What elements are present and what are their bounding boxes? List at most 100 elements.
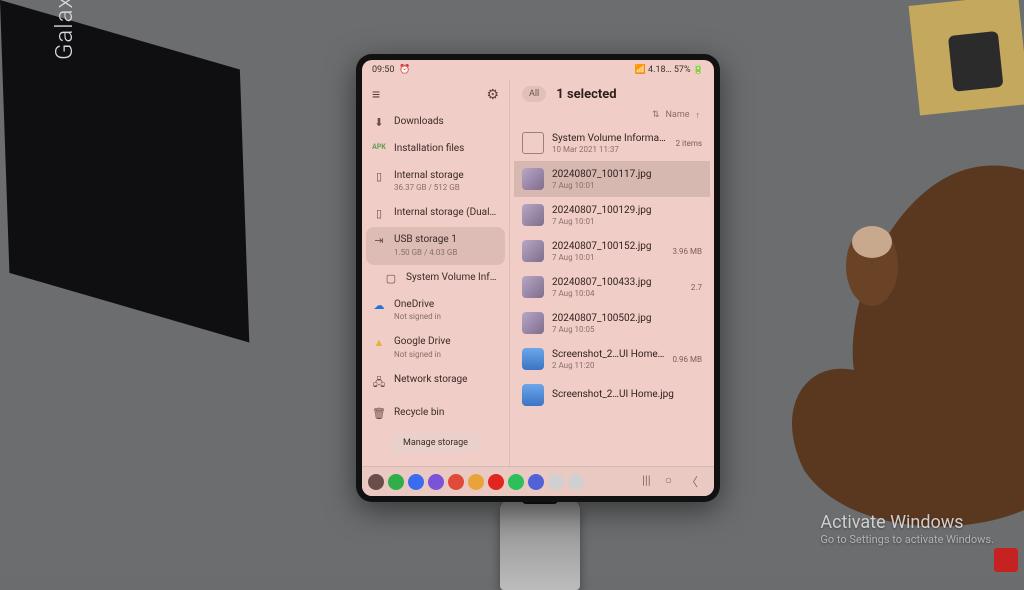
file-row[interactable]: Screenshot_2…UI Home.jpg2 Aug 11:200.96 … bbox=[514, 341, 710, 377]
folder-icon: ▢ bbox=[384, 272, 398, 285]
sidebar-item-sub: 1.50 GB / 4.03 GB bbox=[394, 248, 499, 258]
file-name: System Volume Information bbox=[552, 133, 668, 144]
sidebar-item-sub: Not signed in bbox=[394, 312, 499, 322]
bixby-icon[interactable] bbox=[428, 474, 444, 490]
product-box-label: Galaxy Z Fold6 bbox=[50, 0, 78, 60]
nav-home-button[interactable]: ○ bbox=[665, 473, 672, 490]
taskbar: ||| ○ 〈 bbox=[362, 466, 714, 496]
sidebar-item-internal-storage-dual[interactable]: ▯ Internal storage (Dual… bbox=[362, 200, 509, 227]
file-row[interactable]: 20240807_100502.jpg7 Aug 10:05 bbox=[514, 305, 710, 341]
file-name: 20240807_100117.jpg bbox=[552, 169, 694, 180]
file-thumbnail bbox=[522, 240, 544, 262]
wood-block-prop bbox=[909, 0, 1024, 115]
file-list[interactable]: System Volume Information10 Mar 2021 11:… bbox=[514, 125, 710, 466]
device-screen: 09:50 ⏰ 📶 4.18… 57% 🔋 ≡ ⚙ ⬇ Downloads APK I… bbox=[362, 60, 714, 496]
storage-icon: ▯ bbox=[372, 170, 386, 183]
sidebar-item-label: Internal storage36.37 GB / 512 GB bbox=[394, 170, 499, 194]
file-list-pane: All 1 selected ⇅ Name ↑ System Volume In… bbox=[510, 80, 714, 466]
file-row[interactable]: System Volume Information10 Mar 2021 11:… bbox=[514, 125, 710, 161]
whatsapp-icon[interactable] bbox=[508, 474, 524, 490]
storage-icon: ▯ bbox=[372, 207, 386, 220]
file-thumbnail bbox=[522, 348, 544, 370]
file-thumbnail bbox=[522, 384, 544, 406]
folder-icon bbox=[522, 132, 544, 154]
sidebar-item-label: System Volume Info… bbox=[406, 272, 499, 285]
filter-all-chip[interactable]: All bbox=[522, 86, 546, 102]
watermark-title: Activate Windows bbox=[820, 512, 994, 533]
sidebar-item-recycle-bin[interactable]: 🗑 Recycle bin bbox=[362, 400, 509, 427]
file-name: 20240807_100433.jpg bbox=[552, 277, 683, 288]
menu-icon[interactable]: ≡ bbox=[372, 86, 380, 103]
app2-icon[interactable] bbox=[468, 474, 484, 490]
sidebar-item-label: Downloads bbox=[394, 116, 499, 129]
nav-recents-button[interactable]: ||| bbox=[642, 473, 651, 490]
watermark-sub: Go to Settings to activate Windows. bbox=[820, 533, 994, 546]
discord-icon[interactable] bbox=[528, 474, 544, 490]
file-meta: 7 Aug 10:01 bbox=[552, 253, 664, 262]
selection-title: 1 selected bbox=[556, 87, 702, 102]
file-meta: 7 Aug 10:01 bbox=[552, 181, 694, 190]
sidebar-item-sub: Not signed in bbox=[394, 350, 499, 360]
file-size: 3.96 MB bbox=[672, 247, 702, 256]
messages-icon[interactable] bbox=[408, 474, 424, 490]
file-name: 20240807_100129.jpg bbox=[552, 205, 694, 216]
apk-badge-icon: APK bbox=[372, 143, 386, 151]
sidebar-item-label: Installation files bbox=[394, 143, 499, 156]
file-thumbnail bbox=[522, 168, 544, 190]
download-icon: ⬇ bbox=[372, 116, 386, 129]
file-thumbnail bbox=[522, 312, 544, 334]
file-row[interactable]: 20240807_100117.jpg7 Aug 10:01 bbox=[514, 161, 710, 197]
status-right-cluster: 📶 4.18… 57% 🔋 bbox=[635, 65, 704, 75]
status-bar: 09:50 ⏰ 📶 4.18… 57% 🔋 bbox=[362, 60, 714, 80]
manage-storage-button[interactable]: Manage storage bbox=[389, 433, 482, 453]
file-thumbnail bbox=[522, 204, 544, 226]
usb-icon: ⇥ bbox=[372, 234, 386, 247]
corner-badge bbox=[994, 548, 1018, 572]
foldable-device: 09:50 ⏰ 📶 4.18… 57% 🔋 ≡ ⚙ ⬇ Downloads APK I… bbox=[356, 54, 720, 502]
file-thumbnail bbox=[522, 276, 544, 298]
camera-icon[interactable] bbox=[548, 474, 564, 490]
app1-icon[interactable] bbox=[448, 474, 464, 490]
settings-icon[interactable]: ⚙ bbox=[486, 87, 499, 103]
sidebar-item-onedrive[interactable]: ☁ OneDriveNot signed in bbox=[362, 292, 509, 330]
sort-direction-icon[interactable]: ↑ bbox=[696, 110, 701, 121]
sort-label[interactable]: Name bbox=[666, 110, 690, 121]
sidebar-item-internal-storage[interactable]: ▯ Internal storage36.37 GB / 512 GB bbox=[362, 163, 509, 201]
sidebar-item-label: OneDriveNot signed in bbox=[394, 299, 499, 323]
cloud-icon: ☁ bbox=[372, 299, 386, 312]
file-meta: 7 Aug 10:04 bbox=[552, 289, 683, 298]
sidebar-item-network-storage[interactable]: 🖧Network storage bbox=[362, 367, 509, 400]
file-row[interactable]: 20240807_100152.jpg7 Aug 10:01 3.96 MB bbox=[514, 233, 710, 269]
sidebar: ≡ ⚙ ⬇ Downloads APK Installation files ▯ Inte… bbox=[362, 80, 510, 466]
file-name: 20240807_100502.jpg bbox=[552, 313, 694, 324]
sidebar-item-installation-files[interactable]: APK Installation files bbox=[362, 136, 509, 163]
file-size: 0.96 MB bbox=[672, 355, 702, 364]
sidebar-item-usb-storage-1[interactable]: ⇥ USB storage 11.50 GB / 4.03 GB bbox=[366, 227, 505, 265]
file-row[interactable]: 20240807_100433.jpg7 Aug 10:042.7 bbox=[514, 269, 710, 305]
file-name: 20240807_100152.jpg bbox=[552, 241, 664, 252]
file-size: 2 items bbox=[676, 139, 702, 148]
trash-icon: 🗑 bbox=[372, 407, 386, 420]
drive-icon: ▲ bbox=[372, 336, 386, 349]
nav-back-button[interactable]: 〈 bbox=[686, 473, 698, 490]
file-row[interactable]: Screenshot_2…UI Home.jpg bbox=[514, 377, 710, 413]
youtube-icon[interactable] bbox=[488, 474, 504, 490]
phone-icon[interactable] bbox=[388, 474, 404, 490]
file-name: Screenshot_2…UI Home.jpg bbox=[552, 389, 694, 400]
sidebar-item-system-volume-info[interactable]: ▢ System Volume Info… bbox=[362, 265, 509, 292]
status-alarm-icon: ⏰ bbox=[399, 65, 410, 75]
sort-picker-icon[interactable]: ⇅ bbox=[652, 110, 660, 121]
sidebar-item-label: Network storage bbox=[394, 374, 499, 387]
status-time: 09:50 bbox=[372, 65, 394, 75]
sidebar-item-label: Recycle bin bbox=[394, 407, 499, 420]
sidebar-item-label: Google DriveNot signed in bbox=[394, 336, 499, 360]
file-meta: 10 Mar 2021 11:37 bbox=[552, 145, 668, 154]
file-meta: 7 Aug 10:05 bbox=[552, 325, 694, 334]
sidebar-item-downloads[interactable]: ⬇ Downloads bbox=[362, 109, 509, 136]
sidebar-item-label: USB storage 11.50 GB / 4.03 GB bbox=[394, 234, 499, 258]
settings-icon[interactable] bbox=[568, 474, 584, 490]
apps-icon[interactable] bbox=[368, 474, 384, 490]
sidebar-item-google-drive[interactable]: ▲ Google DriveNot signed in bbox=[362, 329, 509, 367]
file-row[interactable]: 20240807_100129.jpg7 Aug 10:01 bbox=[514, 197, 710, 233]
sidebar-item-label: Internal storage (Dual… bbox=[394, 207, 499, 220]
